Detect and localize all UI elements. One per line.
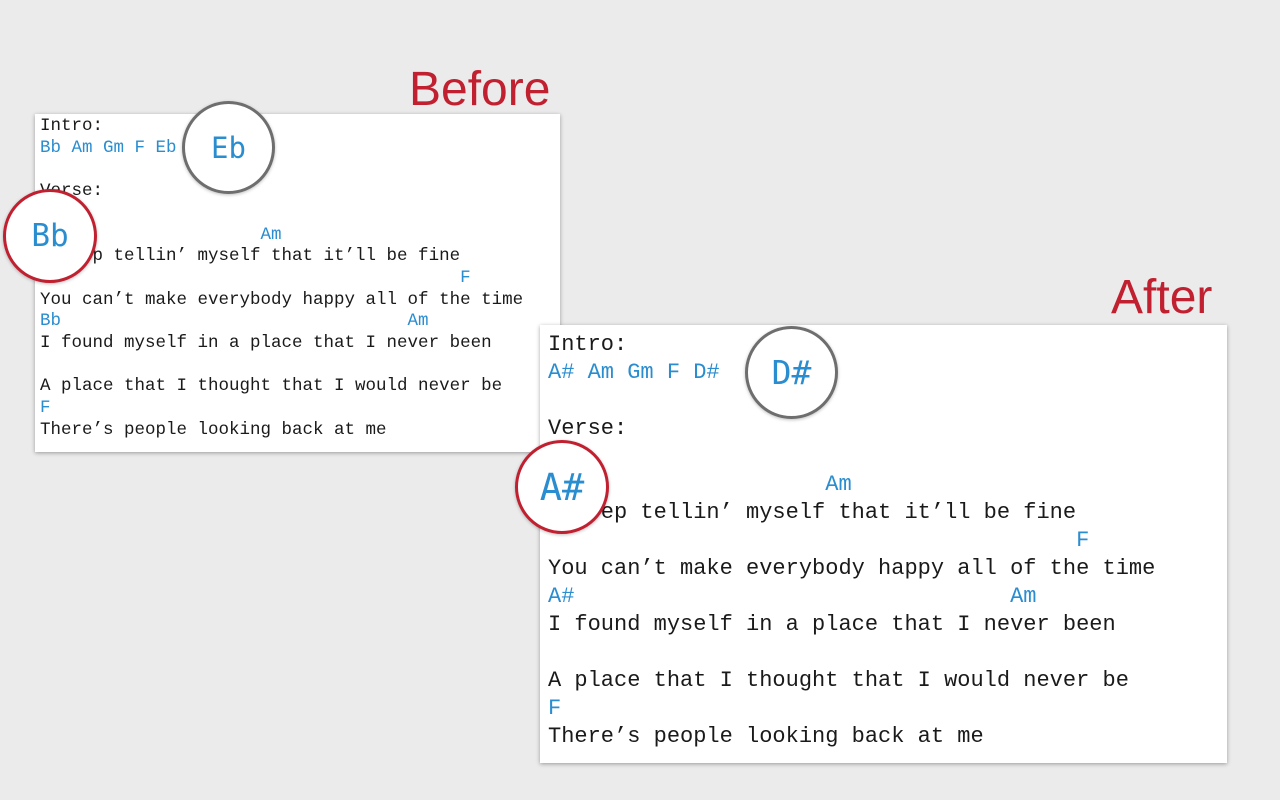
chord-line: A# Am bbox=[548, 584, 1037, 609]
after-opening-chord: A# bbox=[539, 465, 585, 509]
chord-line: Bb Am Gm F Eb bbox=[40, 137, 177, 158]
lyric-line: I keep tellin’ myself that it’ll be fine bbox=[40, 246, 461, 267]
after-opening-chord-bubble: A# bbox=[515, 440, 609, 534]
lyric-line: There’s people looking back at me bbox=[548, 724, 984, 749]
chord-line: Bb Am bbox=[40, 311, 429, 332]
lyric-line: Intro: bbox=[548, 332, 628, 357]
chord-line: F bbox=[40, 267, 471, 288]
lyric-line: Verse: bbox=[548, 416, 628, 441]
lyric-line: You can’t make everybody happy all of th… bbox=[40, 289, 524, 310]
after-chord-sheet: Intro: A# Am Gm F D# Verse: Am I keep telli… bbox=[540, 325, 1227, 763]
lyric-line: A place that I thought that I would neve… bbox=[40, 376, 503, 397]
lyric-line: I found myself in a place that I never b… bbox=[40, 333, 492, 353]
after-heading: After bbox=[1111, 271, 1213, 324]
lyric-line: Intro: bbox=[40, 116, 104, 136]
after-key-bubble: D# bbox=[745, 326, 838, 419]
lyric-line: I keep tellin’ myself that it’ll be fine bbox=[548, 500, 1077, 525]
after-key-chord: D# bbox=[771, 353, 812, 392]
before-opening-chord: Bb bbox=[31, 218, 69, 254]
chord-line: F bbox=[548, 528, 1090, 553]
before-key-bubble: Eb bbox=[182, 101, 275, 194]
before-chord-sheet: Intro: Bb Am Gm F Eb Verse: Am I keep telli… bbox=[35, 114, 560, 452]
chord-line: F bbox=[548, 696, 562, 721]
lyric-line: You can’t make everybody happy all of th… bbox=[548, 556, 1156, 581]
before-heading: Before bbox=[409, 63, 551, 116]
before-opening-chord-bubble: Bb bbox=[3, 189, 97, 283]
lyric-line: There’s people looking back at me bbox=[40, 419, 387, 440]
before-key-chord: Eb bbox=[211, 130, 246, 165]
lyric-line: I found myself in a place that I never b… bbox=[548, 612, 1116, 637]
chord-line: A# Am Gm F D# bbox=[548, 360, 720, 385]
lyric-line: A place that I thought that I would neve… bbox=[548, 668, 1129, 693]
chord-line: F bbox=[40, 398, 51, 419]
